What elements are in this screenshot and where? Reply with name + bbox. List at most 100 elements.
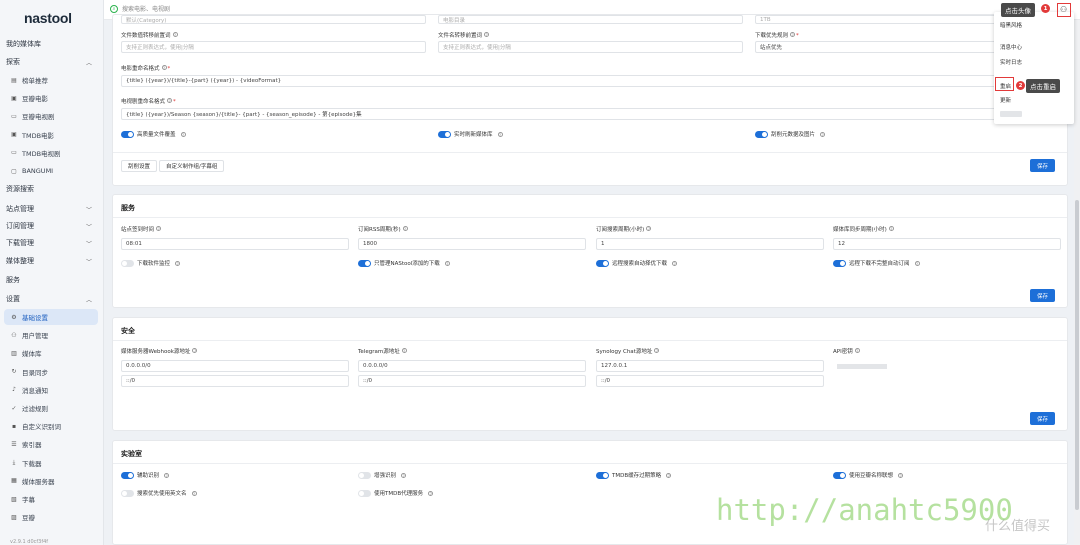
sidebar-item[interactable]: ▤ 榜单推荐 [0,72,100,88]
toggle[interactable]: 增强识别? [358,471,407,479]
field-input[interactable]: 12 [833,238,1061,250]
toggle[interactable]: 搜索优先使用英文名? [121,489,197,497]
field-input[interactable]: 1800 [358,238,586,250]
help-icon[interactable]: ? [156,226,162,232]
help-icon[interactable]: ? [444,260,450,267]
nav-resource-search[interactable]: 资源搜索 [0,181,100,197]
help-icon[interactable]: ? [854,348,860,354]
sidebar-item[interactable]: ⤓ 下载器 [0,455,100,471]
menu-item-message-center[interactable]: 消息中心 [1000,43,1022,51]
toggle[interactable]: TMDB缓存过期策略? [596,471,672,479]
menu-item-dark-mode[interactable]: 暗黑风格 [1000,21,1022,29]
toggle-refresh-library[interactable]: 实时刷新媒体库? [438,130,503,138]
scrollbar[interactable] [1074,20,1080,545]
help-icon[interactable]: ? [402,226,408,232]
switch[interactable] [358,471,371,479]
avatar-icon[interactable]: ⚇ [1060,5,1067,14]
field-input[interactable]: 0.0.0.0/0 [358,360,586,372]
sidebar-item[interactable]: ♪ 消息通知 [0,382,100,398]
switch[interactable] [358,259,371,267]
help-icon[interactable]: ? [191,490,197,497]
field-input[interactable] [833,360,1061,372]
menu-item-update[interactable]: 更新 [1000,96,1011,104]
toggle-scrape-metadata[interactable]: 刮削元数据及图片? [755,130,826,138]
save-button[interactable]: 保存 [1030,412,1055,425]
save-button[interactable]: 保存 [1030,289,1055,302]
switch[interactable] [358,489,371,497]
help-icon[interactable]: ? [167,98,173,104]
nav-sub-mgmt[interactable]: 订阅管理 ﹀ [0,218,100,234]
sidebar-item[interactable]: ▣ 豆瓣电影 [0,90,100,106]
field-input[interactable] [833,375,1061,387]
field-input[interactable]: 08:01 [121,238,349,250]
help-icon[interactable]: ? [161,65,167,71]
help-icon[interactable]: ? [497,131,503,138]
toggle[interactable]: 远程搜索自动择优下载? [596,259,678,267]
help-icon[interactable]: ? [484,32,490,38]
nav-my-media[interactable]: 我的媒体库 [0,36,100,52]
toggle[interactable]: 远程下载不完整自动订阅? [833,259,920,267]
help-icon[interactable]: ? [401,472,407,479]
field-input[interactable]: 1 [596,238,824,250]
switch[interactable] [596,259,609,267]
toggle[interactable]: 使用TMDB代理服务? [358,489,434,497]
sidebar-item[interactable]: ▣ TMDB电影 [0,127,100,143]
help-icon[interactable]: ? [172,32,178,38]
switch[interactable] [438,130,451,138]
category-input[interactable]: 默认(Category) [121,15,426,24]
tv-rename-input[interactable]: {title} ({year})/Season {season}/{title}… [121,108,1060,120]
help-icon[interactable]: ? [428,490,434,497]
help-icon[interactable]: ? [820,131,826,138]
help-icon[interactable]: ? [180,131,186,138]
movie-rename-input[interactable]: {title} ({year})/{title}-{part} ({year})… [121,75,1060,87]
sidebar-item[interactable]: ↻ 目录同步 [0,364,100,380]
field-input[interactable]: ::/0 [358,375,586,387]
search-input[interactable]: 搜索电影、电视剧 [122,4,170,13]
toggle[interactable]: 辅助识别? [121,471,170,479]
sidebar-item[interactable]: ✓ 过滤规则 [0,400,100,416]
nav-site-mgmt[interactable]: 站点管理 ﹀ [0,201,100,217]
sidebar-item[interactable]: ▢ BANGUMI [0,163,100,179]
toggle[interactable]: 使用豆瓣名称联想? [833,471,904,479]
nav-settings[interactable]: 设置 ︿ [0,291,100,307]
sidebar-item[interactable]: ▥ 媒体库 [0,345,100,361]
help-icon[interactable]: ? [672,260,678,267]
sidebar-item[interactable]: ▨ 豆瓣 [0,509,100,525]
help-icon[interactable]: ? [646,226,652,232]
scrape-settings-button[interactable]: 刮削设置 [121,160,158,172]
sidebar-item[interactable]: ▦ 媒体服务器 [0,473,100,489]
sidebar-item[interactable]: ▭ TMDB电视剧 [0,145,100,161]
sidebar-item[interactable]: ⚙ 基础设置 [4,309,98,325]
field-input[interactable]: ::/0 [121,375,349,387]
switch[interactable] [833,259,846,267]
switch[interactable] [121,489,134,497]
toggle-quality-overwrite[interactable]: 高质量文件覆盖? [121,130,186,138]
help-icon[interactable]: ? [790,32,796,38]
help-icon[interactable]: ? [888,226,894,232]
toggle[interactable]: 只管理NAStool添加的下载? [358,259,450,267]
sidebar-item[interactable]: ⚇ 用户管理 [0,327,100,343]
switch[interactable] [121,259,134,267]
scrollbar-thumb[interactable] [1075,200,1079,510]
help-icon[interactable]: ? [666,472,672,479]
field-input[interactable]: 0.0.0.0/0 [121,360,349,372]
search-bar[interactable]: ⌕ 搜索电影、电视剧 [110,4,170,13]
tv-file-rule-input[interactable]: 支持正则表达式，使用|分隔 [438,41,743,53]
sidebar-item[interactable]: ▧ 字幕 [0,491,100,507]
custom-group-button[interactable]: 自定义制作组/字幕组 [159,160,225,172]
sidebar-item[interactable]: ▪ 自定义识别词 [0,418,100,434]
field-input[interactable]: 127.0.0.1 [596,360,824,372]
sidebar-item[interactable]: ▭ 豆瓣电视剧 [0,108,100,124]
help-icon[interactable]: ? [401,348,407,354]
help-icon[interactable]: ? [192,348,198,354]
movie-dir-input[interactable]: 电影目录 [438,15,743,24]
field-input[interactable]: ::/0 [596,375,824,387]
sidebar-item[interactable]: ☰ 索引器 [0,436,100,452]
menu-item-realtime-log[interactable]: 实时日志 [1000,58,1022,66]
help-icon[interactable]: ? [654,348,660,354]
help-icon[interactable]: ? [898,472,904,479]
help-icon[interactable]: ? [914,260,920,267]
nav-media-org[interactable]: 媒体整理 ﹀ [0,253,100,269]
movie-file-rule-input[interactable]: 支持正则表达式，使用|分隔 [121,41,426,53]
save-button[interactable]: 保存 [1030,159,1055,172]
